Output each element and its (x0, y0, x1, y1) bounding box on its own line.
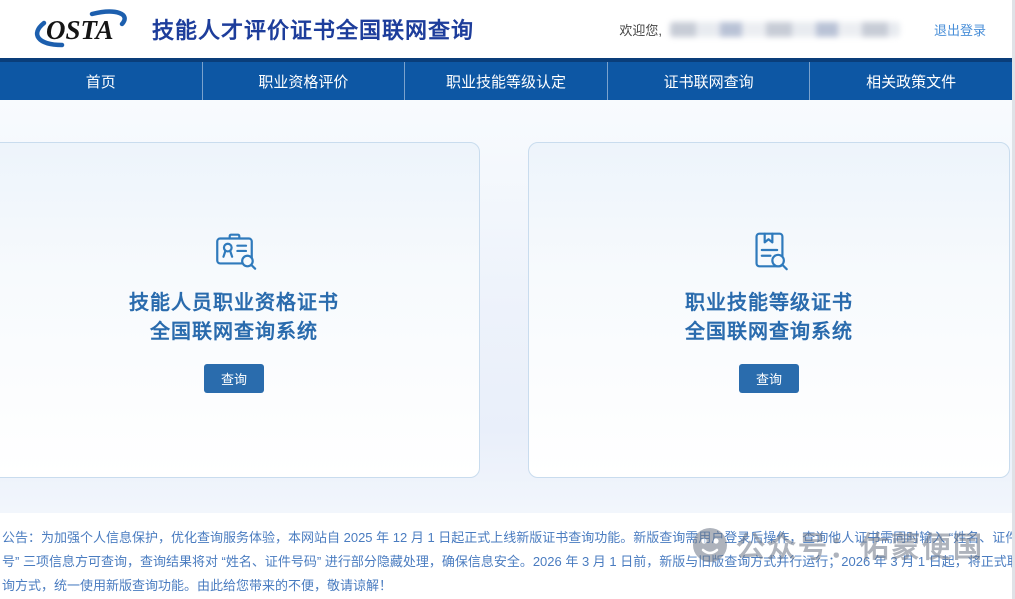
announcement-line-1: 公告：为加强个人信息保护，优化查询服务体验，本网站自 2025 年 12 月 1… (0, 526, 1012, 550)
nav-item-policy-documents[interactable]: 相关政策文件 (810, 62, 1012, 100)
logout-link[interactable]: 退出登录 (934, 20, 986, 39)
username-redacted (670, 22, 900, 37)
nav-item-occupational-qualification[interactable]: 职业资格评价 (203, 62, 406, 100)
page-title: 技能人才评价证书全国联网查询 (152, 13, 474, 45)
welcome-label: 欢迎您, (619, 20, 662, 39)
card-title-line2: 全国联网查询系统 (685, 318, 853, 347)
nav-item-home[interactable]: 首页 (0, 62, 203, 100)
footer: 公告：为加强个人信息保护，优化查询服务体验，本网站自 2025 年 12 月 1… (0, 513, 1012, 599)
nav-item-skill-level-certification[interactable]: 职业技能等级认定 (405, 62, 608, 100)
header-user-area: 欢迎您, 退出登录 (619, 20, 986, 39)
card-vocational-qualification-query: 技能人员职业资格证书 全国联网查询系统 查询 (0, 142, 480, 478)
certificate-search-icon (746, 227, 792, 273)
id-card-search-icon (211, 227, 258, 273)
nav-item-certificate-query[interactable]: 证书联网查询 (608, 62, 811, 100)
query-button-skill-level[interactable]: 查询 (739, 364, 799, 393)
page: OSTA 技能人才评价证书全国联网查询 欢迎您, 退出登录 首页 职业资格评价 … (0, 0, 1015, 599)
card-title-line2: 全国联网查询系统 (129, 318, 339, 347)
svg-text:OSTA: OSTA (46, 15, 114, 45)
card-title: 技能人员职业资格证书 全国联网查询系统 (129, 289, 339, 347)
announcement-line-3: 询方式，统一使用新版查询功能。由此给您带来的不便，敬请谅解！ (0, 574, 1012, 598)
query-button-vocational[interactable]: 查询 (204, 364, 264, 393)
card-title: 职业技能等级证书 全国联网查询系统 (685, 289, 853, 347)
osta-logo: OSTA (28, 8, 140, 50)
card-title-line1: 职业技能等级证书 (685, 289, 853, 318)
card-skill-level-query: 职业技能等级证书 全国联网查询系统 查询 (528, 142, 1010, 478)
main-nav: 首页 职业资格评价 职业技能等级认定 证书联网查询 相关政策文件 (0, 62, 1012, 100)
osta-logo-icon: OSTA (28, 8, 140, 50)
main-section: 技能人员职业资格证书 全国联网查询系统 查询 职业技能等级证书 全国联网查询系统 (0, 100, 1012, 513)
announcement: 公告：为加强个人信息保护，优化查询服务体验，本网站自 2025 年 12 月 1… (0, 526, 1012, 598)
header: OSTA 技能人才评价证书全国联网查询 欢迎您, 退出登录 (0, 0, 1012, 58)
announcement-line-2: 号” 三项信息方可查询，查询结果将对 “姓名、证件号码” 进行部分隐藏处理，确保… (0, 550, 1012, 574)
card-title-line1: 技能人员职业资格证书 (129, 289, 339, 318)
